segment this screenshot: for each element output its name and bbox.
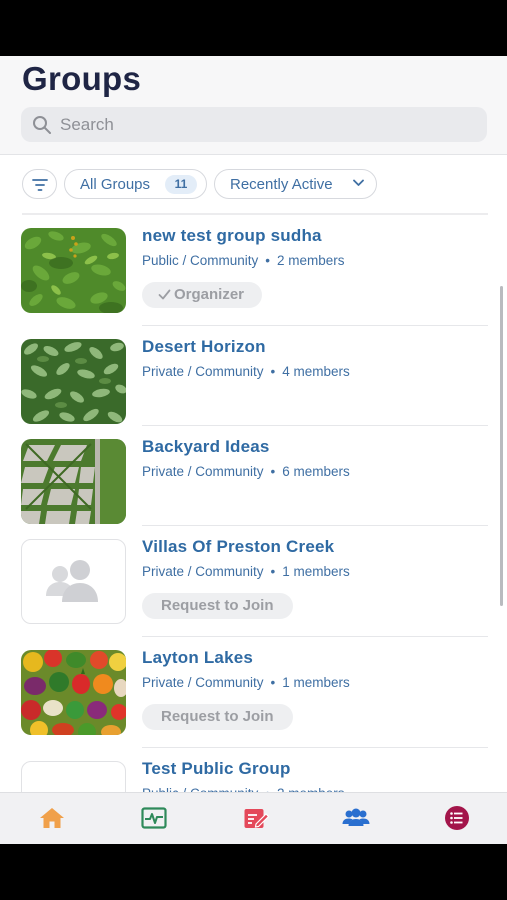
row-divider	[142, 525, 488, 526]
separator: •	[270, 675, 276, 690]
home-icon	[40, 808, 64, 828]
plant-photo	[21, 228, 126, 313]
group-name[interactable]: Layton Lakes	[142, 648, 253, 668]
page-title: Groups	[22, 60, 142, 97]
tab-groups[interactable]	[341, 805, 371, 831]
groups-screen: Groups Search All Groups 11 Recently Act…	[0, 56, 507, 844]
group-thumbnail[interactable]	[21, 439, 126, 524]
tab-menu[interactable]	[443, 805, 471, 831]
row-divider	[142, 636, 488, 637]
group-name[interactable]: Test Public Group	[142, 759, 291, 779]
organizer-badge: Organizer	[142, 282, 263, 308]
separator: •	[265, 253, 271, 268]
tab-home[interactable]	[38, 805, 66, 831]
group-member-count: 1 members	[282, 564, 350, 579]
activity-icon	[141, 807, 167, 829]
scrollbar[interactable]	[500, 286, 503, 606]
request-to-join-button[interactable]: Request to Join	[142, 593, 293, 619]
lawn-pavers-photo	[21, 439, 126, 524]
tab-activity[interactable]	[140, 805, 168, 831]
header: Groups Search	[0, 56, 507, 154]
separator: •	[270, 464, 276, 479]
group-member-count: 1 members	[282, 675, 350, 690]
group-row[interactable]: Villas Of Preston Creek Private / Commun…	[0, 537, 507, 648]
group-member-count: 6 members	[282, 464, 350, 479]
search-placeholder: Search	[60, 115, 114, 134]
group-meta: Private / Community • 1 members	[142, 675, 350, 690]
plant-photo	[21, 339, 126, 424]
row-divider	[142, 425, 488, 426]
group-row[interactable]: new test group sudha Public / Community •…	[0, 226, 507, 337]
row-divider	[142, 325, 488, 326]
group-name[interactable]: Desert Horizon	[142, 337, 266, 357]
group-visibility: Private / Community	[142, 364, 264, 379]
group-thumbnail[interactable]	[21, 650, 126, 735]
all-groups-count-badge: 11	[165, 175, 197, 194]
divider	[0, 154, 507, 155]
separator: •	[270, 564, 276, 579]
group-row[interactable]: Desert Horizon Private / Community • 4 mem…	[0, 337, 507, 437]
filter-icon	[32, 179, 48, 191]
row-divider	[142, 747, 488, 748]
groups-icon	[342, 808, 370, 826]
request-to-join-button[interactable]: Request to Join	[142, 704, 293, 730]
compose-icon	[244, 809, 270, 828]
all-groups-chip[interactable]: All Groups 11	[64, 169, 207, 199]
group-name[interactable]: Backyard Ideas	[142, 437, 270, 457]
group-row[interactable]: Backyard Ideas Private / Community • 6 mem…	[0, 437, 507, 537]
check-icon	[158, 289, 171, 300]
menu-icon	[445, 806, 469, 830]
group-thumbnail[interactable]	[21, 228, 126, 313]
sort-label: Recently Active	[230, 176, 333, 193]
filter-bar: All Groups 11 Recently Active	[0, 169, 507, 200]
bottom-tab-bar	[0, 792, 507, 844]
group-member-count: 4 members	[282, 364, 350, 379]
group-member-count: 2 members	[277, 253, 345, 268]
sort-dropdown[interactable]: Recently Active	[214, 169, 377, 199]
group-meta: Public / Community • 2 members	[142, 253, 345, 268]
group-name[interactable]: new test group sudha	[142, 226, 322, 246]
chevron-down-icon	[353, 179, 364, 186]
tab-compose[interactable]	[242, 805, 270, 831]
group-row[interactable]: Layton Lakes Private / Community • 1 membe…	[0, 648, 507, 759]
group-meta: Private / Community • 1 members	[142, 564, 350, 579]
group-name[interactable]: Villas Of Preston Creek	[142, 537, 334, 557]
group-visibility: Private / Community	[142, 464, 264, 479]
separator: •	[270, 364, 276, 379]
group-meta: Private / Community • 4 members	[142, 364, 350, 379]
search-icon	[33, 116, 51, 134]
all-groups-label: All Groups	[80, 176, 151, 193]
group-meta: Private / Community • 6 members	[142, 464, 350, 479]
vegetables-photo	[21, 650, 126, 735]
organizer-label: Organizer	[174, 286, 245, 303]
divider	[22, 213, 488, 215]
group-placeholder-icon	[46, 560, 98, 602]
group-thumbnail[interactable]	[21, 339, 126, 424]
group-visibility: Public / Community	[142, 253, 259, 268]
filter-button[interactable]	[22, 169, 57, 199]
group-visibility: Private / Community	[142, 564, 264, 579]
search-input[interactable]: Search	[21, 107, 487, 142]
group-visibility: Private / Community	[142, 675, 264, 690]
group-thumbnail[interactable]	[21, 539, 126, 624]
